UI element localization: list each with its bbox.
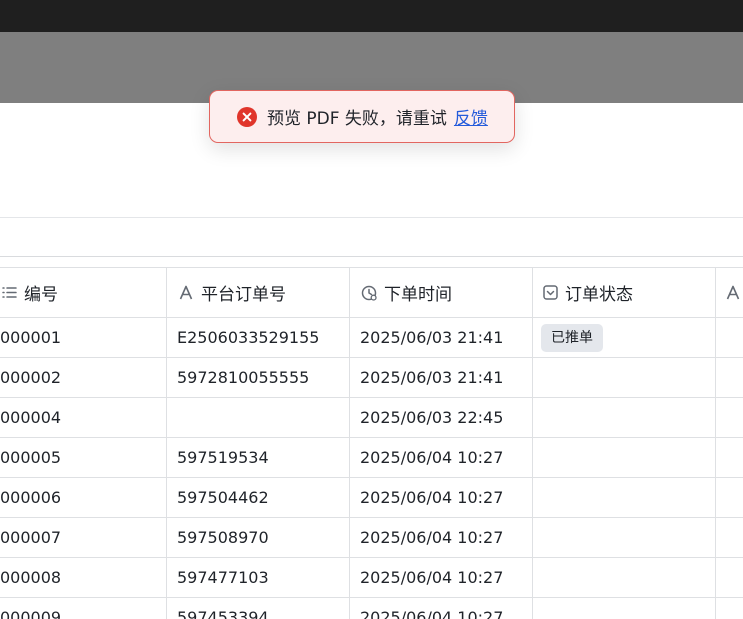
column-header-id[interactable]: 编号	[0, 268, 167, 317]
table-row[interactable]: 000007 597508970 2025/06/04 10:27	[0, 518, 743, 558]
cell-order-status[interactable]	[533, 558, 716, 597]
cell-platform-order[interactable]: 597477103	[167, 558, 350, 597]
cell-id[interactable]: 000004	[0, 398, 167, 437]
cell-next[interactable]	[716, 318, 743, 357]
cell-platform-order[interactable]: 597453394	[167, 598, 350, 619]
column-header-label: 编号	[24, 285, 58, 305]
text-icon	[724, 284, 742, 302]
cell-order-time[interactable]: 2025/06/04 10:27	[350, 478, 533, 517]
cell-id[interactable]: 000006	[0, 478, 167, 517]
cell-next[interactable]	[716, 518, 743, 557]
cell-order-time[interactable]: 2025/06/04 10:27	[350, 558, 533, 597]
column-header-order-time[interactable]: 下单时间	[350, 268, 533, 317]
cell-next[interactable]	[716, 438, 743, 477]
cell-platform-order[interactable]: 597504462	[167, 478, 350, 517]
table-row[interactable]: 000005 597519534 2025/06/04 10:27	[0, 438, 743, 478]
cell-next[interactable]	[716, 558, 743, 597]
table-row[interactable]: 000009 597453394 2025/06/04 10:27	[0, 598, 743, 619]
data-table: 编号 平台订单号 下单时间 订单状态 000001 E2506033529155…	[0, 267, 743, 619]
cell-id[interactable]: 000005	[0, 438, 167, 477]
checkbox-select-icon	[541, 284, 559, 302]
cell-platform-order[interactable]	[167, 398, 350, 437]
toast-message: 预览 PDF 失败，请重试	[267, 109, 447, 129]
clock-icon	[360, 284, 378, 302]
cell-order-status[interactable]	[533, 438, 716, 477]
cell-id[interactable]: 000009	[0, 598, 167, 619]
cell-next[interactable]	[716, 358, 743, 397]
cell-order-status[interactable]	[533, 398, 716, 437]
cell-platform-order[interactable]: 597508970	[167, 518, 350, 557]
cell-platform-order[interactable]: 597519534	[167, 438, 350, 477]
list-icon	[0, 284, 18, 302]
error-circle-icon	[237, 106, 257, 127]
column-header-next[interactable]	[716, 268, 743, 317]
cell-next[interactable]	[716, 478, 743, 517]
table-row[interactable]: 000002 5972810055555 2025/06/03 21:41	[0, 358, 743, 398]
cell-id[interactable]: 000008	[0, 558, 167, 597]
toolbar-divider	[0, 217, 743, 218]
cell-order-status[interactable]	[533, 358, 716, 397]
table-row[interactable]: 000008 597477103 2025/06/04 10:27	[0, 558, 743, 598]
error-toast: 预览 PDF 失败，请重试 反馈	[209, 90, 515, 143]
column-header-label: 平台订单号	[201, 285, 286, 305]
table-row[interactable]: 000001 E2506033529155 2025/06/03 21:41 已…	[0, 318, 743, 358]
cell-order-status[interactable]	[533, 518, 716, 557]
cell-id[interactable]: 000002	[0, 358, 167, 397]
cell-order-time[interactable]: 2025/06/03 22:45	[350, 398, 533, 437]
cell-order-status[interactable]: 已推单	[533, 318, 716, 357]
feedback-link[interactable]: 反馈	[454, 104, 488, 129]
status-tag: 已推单	[541, 323, 603, 352]
column-header-label: 下单时间	[384, 285, 452, 305]
cell-order-time[interactable]: 2025/06/03 21:41	[350, 358, 533, 397]
table-top-divider	[0, 256, 743, 257]
cell-order-status[interactable]	[533, 598, 716, 619]
column-header-platform-order[interactable]: 平台订单号	[167, 268, 350, 317]
cell-order-time[interactable]: 2025/06/03 21:41	[350, 318, 533, 357]
cell-next[interactable]	[716, 598, 743, 619]
cell-order-time[interactable]: 2025/06/04 10:27	[350, 518, 533, 557]
column-header-label: 订单状态	[565, 285, 633, 305]
top-window-bar	[0, 0, 743, 32]
cell-id[interactable]: 000001	[0, 318, 167, 357]
cell-next[interactable]	[716, 398, 743, 437]
table-row[interactable]: 000006 597504462 2025/06/04 10:27	[0, 478, 743, 518]
text-icon	[177, 284, 195, 302]
cell-platform-order[interactable]: E2506033529155	[167, 318, 350, 357]
table-row[interactable]: 000004 2025/06/03 22:45	[0, 398, 743, 438]
cell-order-time[interactable]: 2025/06/04 10:27	[350, 598, 533, 619]
cell-platform-order[interactable]: 5972810055555	[167, 358, 350, 397]
column-header-order-status[interactable]: 订单状态	[533, 268, 716, 317]
cell-id[interactable]: 000007	[0, 518, 167, 557]
table-header-row: 编号 平台订单号 下单时间 订单状态	[0, 267, 743, 318]
cell-order-status[interactable]	[533, 478, 716, 517]
cell-order-time[interactable]: 2025/06/04 10:27	[350, 438, 533, 477]
